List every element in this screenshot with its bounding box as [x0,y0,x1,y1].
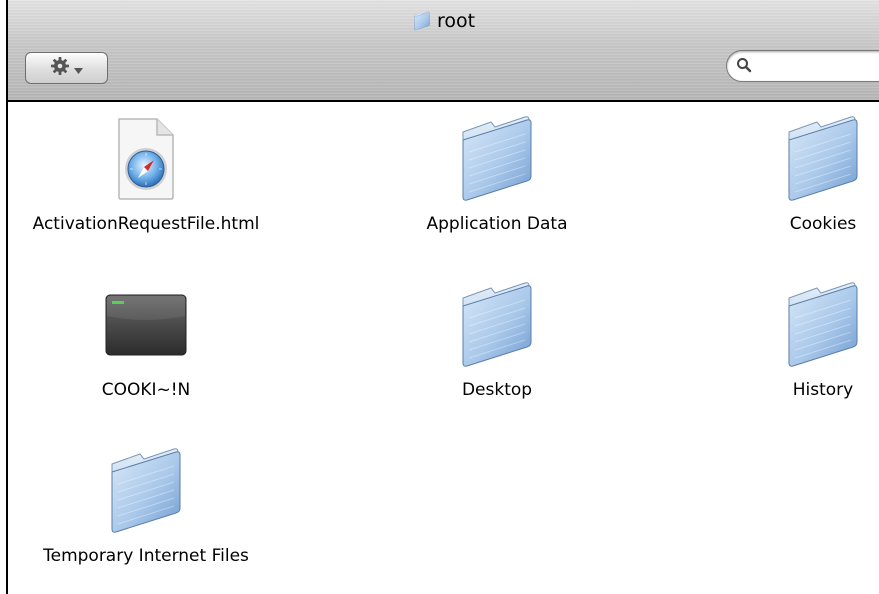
folder-item-application-data[interactable]: Application Data [347,116,647,234]
folder-icon [673,282,879,368]
item-label: Cookies [789,214,857,234]
chevron-down-icon [74,59,83,78]
icon-view: ActivationRequestFile.html Application D… [8,102,879,594]
folder-icon [8,448,296,534]
folder-item-cookies[interactable]: Cookies [673,116,879,234]
search-input[interactable] [757,55,879,79]
search-icon [737,58,752,73]
folder-item-temporary-internet-files[interactable]: Temporary Internet Files [8,448,296,566]
window-title: root [8,10,879,36]
gear-icon [50,56,70,80]
finder-window: root ActivationRequestFile.html Applicat… [6,0,879,594]
folder-icon [412,11,432,36]
folder-item-history[interactable]: History [673,282,879,400]
folder-icon [347,116,647,202]
file-item-cooki-n[interactable]: COOKI~!N [8,282,296,400]
window-title-text: root [436,10,476,32]
file-item-activationrequestfile[interactable]: ActivationRequestFile.html [8,116,296,234]
item-label: Application Data [426,214,568,234]
item-label: COOKI~!N [101,380,191,400]
search-field[interactable] [726,50,879,82]
item-label: Temporary Internet Files [43,546,249,566]
exec-file-icon [8,282,296,368]
html-document-icon [8,116,296,202]
item-label: Desktop [461,380,533,400]
folder-icon [347,282,647,368]
folder-icon [673,116,879,202]
item-label: ActivationRequestFile.html [32,214,260,234]
action-menu-button[interactable] [25,52,108,84]
toolbar: root [8,0,879,102]
item-label: History [792,380,854,400]
folder-item-desktop[interactable]: Desktop [347,282,647,400]
